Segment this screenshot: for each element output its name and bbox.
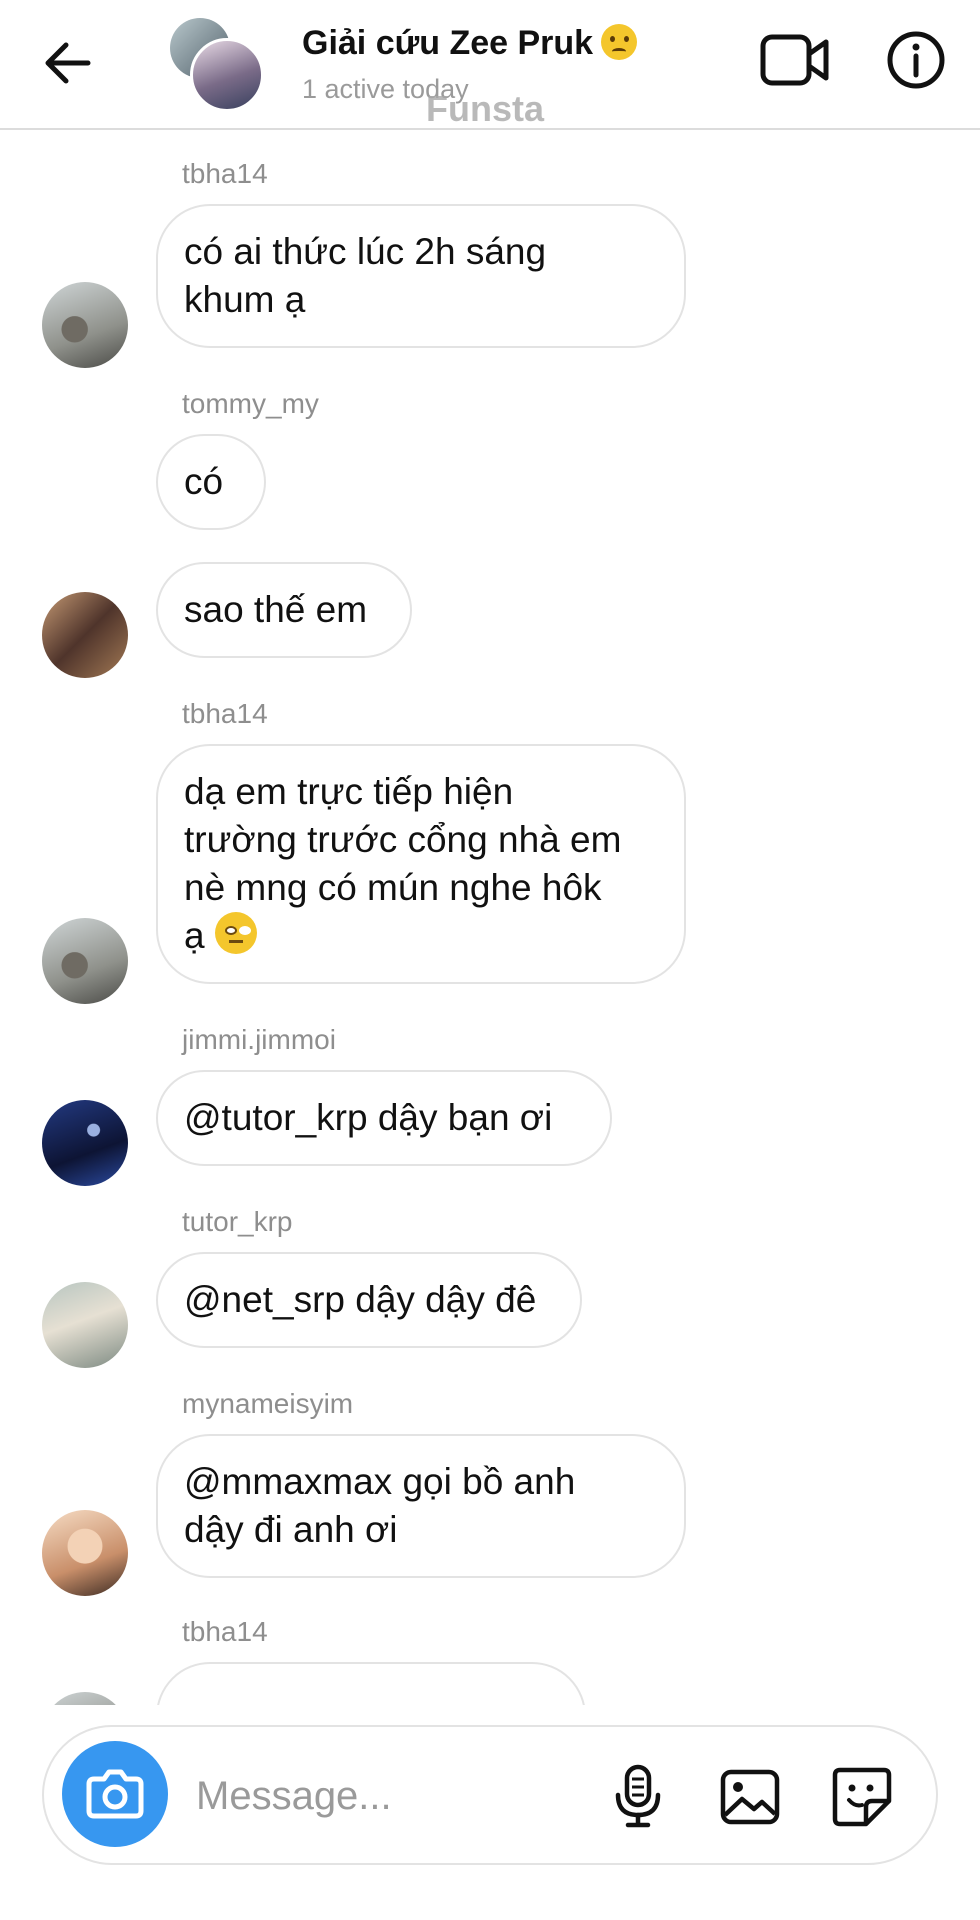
message-line: dạ em trực tiếp hiện (184, 771, 514, 812)
message-line: @tutor_krp dậy bạn ơi (184, 1097, 553, 1138)
group-avatar-front (190, 38, 264, 112)
avatar[interactable] (42, 282, 128, 368)
avatar[interactable] (42, 1510, 128, 1596)
message-bubble[interactable] (156, 1662, 586, 1705)
chat-title[interactable]: Giải cứu Zee Pruk (302, 24, 638, 63)
message-line: nè mng có mún nghe hôk (184, 867, 602, 908)
video-call-button[interactable] (760, 32, 830, 88)
watermark: Funsta (426, 88, 545, 129)
message-line: @mmaxmax gọi bồ anh (184, 1461, 576, 1502)
sender-name: mynameisyim (182, 1388, 354, 1419)
chat-title-text: Giải cứu Zee Pruk (302, 24, 594, 62)
sender-name: tbha14 (182, 158, 268, 189)
message-line: dậy đi anh ơi (184, 1509, 398, 1550)
message-line: có (184, 461, 224, 502)
camera-button[interactable] (62, 1741, 168, 1847)
info-button[interactable] (886, 30, 946, 90)
sender-name: tutor_krp (182, 1206, 293, 1237)
message-line: @net_srp dậy dậy đê (184, 1279, 537, 1320)
avatar[interactable] (42, 1282, 128, 1368)
message-bubble[interactable]: dạ em trực tiếp hiện trường trước cổng n… (156, 744, 686, 984)
message-bubble[interactable]: sao thế em (156, 562, 412, 658)
sender-name: tbha14 (182, 1616, 268, 1647)
sender-name: tommy_my (182, 388, 319, 419)
message-line: khum ạ (184, 279, 306, 320)
sticker-button[interactable] (832, 1767, 892, 1827)
message-input[interactable] (194, 1765, 618, 1827)
message-bubble[interactable]: có ai thức lúc 2h sáng khum ạ (156, 204, 686, 348)
avatar[interactable] (42, 918, 128, 1004)
message-thread[interactable]: tbha14 có ai thức lúc 2h sáng khum ạ tom… (0, 130, 980, 1705)
message-bubble[interactable]: @mmaxmax gọi bồ anh dậy đi anh ơi (156, 1434, 686, 1578)
message-line: có ai thức lúc 2h sáng (184, 231, 547, 272)
message-line-with-emoji: ạ (184, 912, 658, 960)
back-button[interactable] (42, 40, 92, 86)
sender-name: tbha14 (182, 698, 268, 729)
back-arrow-icon (45, 42, 91, 84)
group-avatar[interactable] (170, 18, 264, 112)
camera-icon (86, 1769, 144, 1819)
message-line: trường trước cổng nhà em (184, 819, 622, 860)
face-with-rolling-eyes-icon (214, 912, 257, 954)
gallery-button[interactable] (720, 1769, 780, 1825)
voice-message-button[interactable] (610, 1763, 666, 1829)
chat-header: Giải cứu Zee Pruk 1 active today Funsta (0, 0, 980, 130)
message-composer (42, 1725, 938, 1865)
sender-name: jimmi.jimmoi (182, 1024, 336, 1055)
message-bubble[interactable]: có (156, 434, 266, 530)
message-bubble[interactable]: @tutor_krp dậy bạn ơi (156, 1070, 612, 1166)
video-call-icon (760, 34, 829, 86)
microphone-icon (615, 1764, 661, 1828)
info-icon (887, 31, 945, 89)
smiling-face-with-tear-icon (601, 24, 638, 60)
avatar[interactable] (42, 1692, 128, 1705)
message-line: sao thế em (184, 589, 368, 630)
message-line: ạ (184, 915, 205, 956)
message-bubble[interactable]: @net_srp dậy dậy đê (156, 1252, 582, 1348)
avatar[interactable] (42, 1100, 128, 1186)
avatar[interactable] (42, 592, 128, 678)
gallery-icon (720, 1769, 780, 1825)
sticker-icon (832, 1767, 892, 1827)
